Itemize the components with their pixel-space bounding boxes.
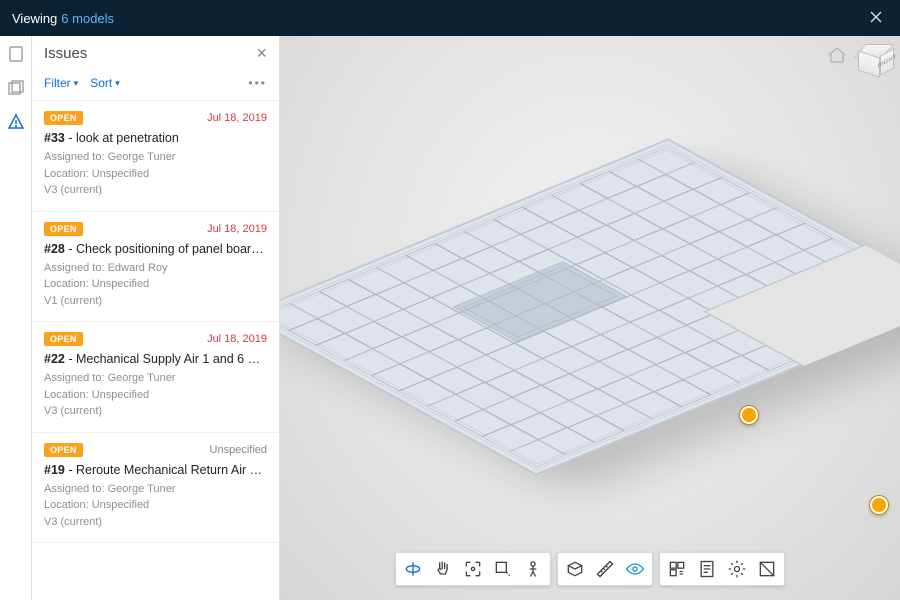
model-viewer[interactable]: RIGHT: [280, 36, 900, 600]
toolbar-group: [557, 552, 653, 586]
issues-list: OPEN Jul 18, 2019 #33 - look at penetratio…: [32, 101, 279, 600]
chevron-down-icon: ▾: [74, 78, 79, 89]
page-icon: [7, 45, 25, 63]
zoom-window-icon: [493, 559, 513, 579]
settings-icon: [727, 559, 747, 579]
close-viewer-button[interactable]: [864, 5, 888, 32]
rail-issues-button[interactable]: [6, 112, 26, 132]
model-browser-button[interactable]: [665, 557, 689, 581]
issues-panel: Issues × Filter▾ Sort▾ ••• OPEN Jul 18, 2…: [32, 36, 280, 600]
issue-date: Jul 18, 2019: [207, 223, 267, 235]
toolbar-group: [395, 552, 551, 586]
viewer-toolbar: [395, 552, 785, 586]
issue-meta: Assigned to: George TunerLocation: Unspe…: [44, 370, 267, 420]
status-badge: OPEN: [44, 222, 83, 236]
issue-item[interactable]: OPEN Jul 18, 2019 #33 - look at penetratio…: [32, 101, 279, 212]
pan-button[interactable]: [431, 557, 455, 581]
status-badge: OPEN: [44, 111, 83, 125]
top-bar: Viewing 6 models: [0, 0, 900, 36]
look-at-button[interactable]: [623, 557, 647, 581]
fit-icon: [463, 559, 483, 579]
rail-sheets-button[interactable]: [6, 78, 26, 98]
issues-warning-icon: [7, 113, 25, 131]
fullscreen-icon: [757, 559, 777, 579]
properties-icon: [697, 559, 717, 579]
sort-dropdown[interactable]: Sort▾: [90, 76, 120, 90]
nav-cube[interactable]: RIGHT: [854, 42, 894, 82]
zoom-window-button[interactable]: [491, 557, 515, 581]
first-person-icon: [523, 559, 543, 579]
model-browser-icon: [667, 559, 687, 579]
issue-date: Jul 18, 2019: [207, 333, 267, 345]
issue-item[interactable]: OPEN Unspecified #19 - Reroute Mechanical …: [32, 433, 279, 544]
issue-title: #33 - look at penetration: [44, 131, 267, 145]
model-count[interactable]: 6 models: [61, 11, 114, 26]
panel-title: Issues: [44, 45, 87, 62]
issue-meta: Assigned to: George TunerLocation: Unspe…: [44, 481, 267, 531]
viewing-label: Viewing: [12, 11, 57, 26]
sheets-icon: [7, 79, 25, 97]
section-button[interactable]: [563, 557, 587, 581]
panel-header: Issues ×: [32, 36, 279, 70]
issue-marker[interactable]: [740, 406, 758, 424]
issue-meta: Assigned to: George TunerLocation: Unspe…: [44, 149, 267, 199]
issue-title: #19 - Reroute Mechanical Return Air 1 al…: [44, 463, 267, 477]
issue-item[interactable]: OPEN Jul 18, 2019 #28 - Check positioning …: [32, 212, 279, 323]
home-view-button[interactable]: [826, 44, 848, 66]
issue-item[interactable]: OPEN Jul 18, 2019 #22 - Mechanical Supply …: [32, 322, 279, 433]
panel-close-button[interactable]: ×: [256, 44, 267, 62]
chevron-down-icon: ▾: [115, 78, 120, 89]
left-rail: [0, 36, 32, 600]
toolbar-group: [659, 552, 785, 586]
close-icon: [868, 9, 884, 25]
look-at-icon: [625, 559, 645, 579]
orbit-icon: [403, 559, 423, 579]
measure-button[interactable]: [593, 557, 617, 581]
issue-marker[interactable]: [870, 496, 888, 514]
issue-title: #28 - Check positioning of panel boards …: [44, 242, 267, 256]
properties-button[interactable]: [695, 557, 719, 581]
fit-button[interactable]: [461, 557, 485, 581]
status-badge: OPEN: [44, 332, 83, 346]
orbit-button[interactable]: [401, 557, 425, 581]
issue-meta: Assigned to: Edward RoyLocation: Unspeci…: [44, 260, 267, 310]
home-icon: [826, 44, 848, 66]
issue-date: Jul 18, 2019: [207, 112, 267, 124]
panel-tools: Filter▾ Sort▾ •••: [32, 70, 279, 101]
filter-dropdown[interactable]: Filter▾: [44, 76, 78, 90]
pan-icon: [433, 559, 453, 579]
measure-icon: [595, 559, 615, 579]
settings-button[interactable]: [725, 557, 749, 581]
issue-date: Unspecified: [210, 444, 267, 456]
panel-more-button[interactable]: •••: [248, 76, 267, 90]
issue-title: #22 - Mechanical Supply Air 1 and 6 othe…: [44, 352, 267, 366]
rail-page-button[interactable]: [6, 44, 26, 64]
status-badge: OPEN: [44, 443, 83, 457]
first-person-button[interactable]: [521, 557, 545, 581]
section-icon: [565, 559, 585, 579]
building-model: [280, 138, 900, 475]
fullscreen-button[interactable]: [755, 557, 779, 581]
